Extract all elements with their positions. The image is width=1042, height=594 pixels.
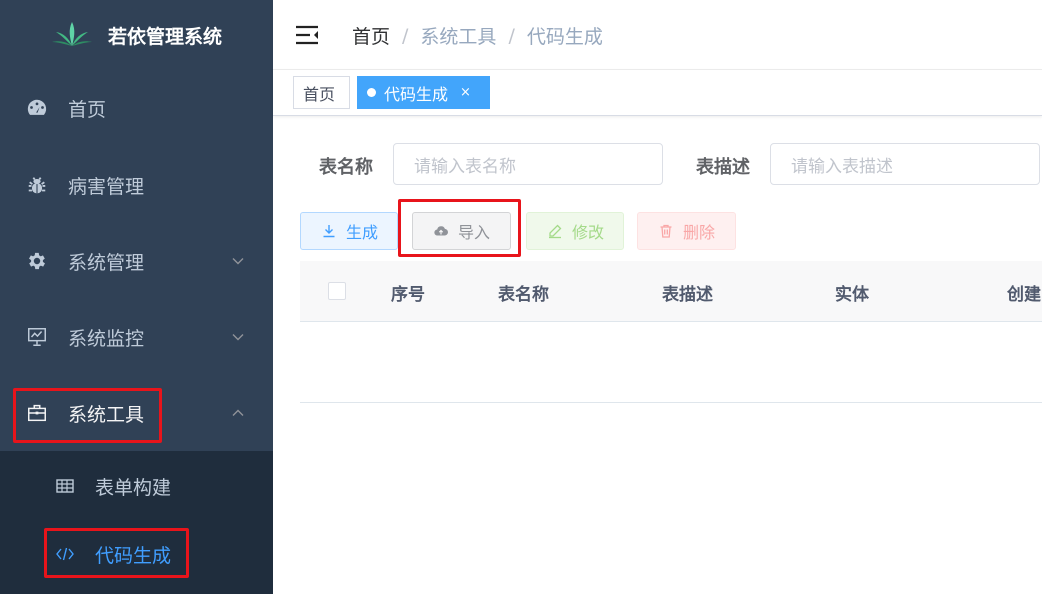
- delete-label: 删除: [683, 223, 716, 242]
- table-name-input[interactable]: 请输入表名称: [393, 143, 663, 185]
- sidebar-item-label: 系统管理: [68, 251, 145, 274]
- table-desc-input[interactable]: 请输入表描述: [770, 143, 1040, 185]
- edit-button[interactable]: 修改: [526, 212, 624, 250]
- generate-button[interactable]: 生成: [300, 212, 398, 250]
- sidebar: 若依管理系统 首页 病害管理 系统管理 系统监控 系统工具 表单构建 代码生成: [0, 0, 273, 594]
- bug-icon: [28, 177, 46, 194]
- import-label: 导入: [458, 223, 491, 242]
- monitor-icon: [28, 328, 46, 346]
- generate-label: 生成: [346, 223, 379, 242]
- logo-icon: [52, 22, 92, 46]
- sidebar-item-disease[interactable]: 病害管理: [0, 155, 273, 215]
- toolbox-icon: [28, 404, 46, 422]
- delete-button[interactable]: 删除: [637, 212, 736, 250]
- column-header-table-desc[interactable]: 表描述: [662, 280, 713, 305]
- sidebar-logo[interactable]: 若依管理系统: [0, 0, 273, 70]
- column-header-entity[interactable]: 实体: [835, 280, 869, 305]
- tag-label: 代码生成: [384, 84, 449, 104]
- tag-label: 首页: [303, 84, 336, 104]
- table-name-placeholder: 请输入表名称: [414, 156, 516, 177]
- cloud-upload-icon: [434, 226, 449, 236]
- sidebar-item-label: 系统工具: [68, 403, 145, 426]
- column-header-table-name[interactable]: 表名称: [498, 280, 549, 305]
- sidebar-item-label: 代码生成: [95, 544, 172, 567]
- breadcrumb-system-tools[interactable]: 系统工具: [420, 22, 496, 49]
- edit-label: 修改: [572, 223, 605, 242]
- breadcrumb-separator: /: [402, 24, 409, 47]
- sidebar-item-label: 首页: [68, 98, 107, 121]
- trash-icon: [660, 224, 672, 238]
- breadcrumb-home[interactable]: 首页: [352, 22, 390, 49]
- tag-home[interactable]: 首页: [293, 76, 350, 109]
- breadcrumb-current: 代码生成: [526, 26, 603, 48]
- table-desc-label: 表描述: [696, 157, 750, 178]
- table-body: [300, 322, 1042, 403]
- select-all-checkbox[interactable]: [328, 282, 346, 300]
- dashboard-icon: [27, 99, 47, 115]
- edit-icon: [549, 224, 562, 239]
- sidebar-item-label: 系统监控: [68, 327, 145, 350]
- tag-code-gen[interactable]: 代码生成 ×: [357, 76, 490, 109]
- breadcrumb-separator: /: [508, 24, 515, 47]
- sidebar-item-system[interactable]: 系统管理: [0, 231, 273, 291]
- chevron-down-icon: [232, 334, 244, 341]
- download-icon: [323, 225, 335, 238]
- sidebar-item-monitor[interactable]: 系统监控: [0, 307, 273, 367]
- sidebar-item-form-builder[interactable]: 表单构建: [0, 456, 273, 516]
- table-name-label: 表名称: [319, 157, 373, 178]
- gear-icon: [29, 252, 45, 270]
- active-dot: [367, 88, 376, 97]
- close-icon[interactable]: ×: [460, 85, 471, 100]
- column-header-created[interactable]: 创建: [1007, 280, 1041, 305]
- column-header-index[interactable]: 序号: [391, 280, 425, 305]
- table-header: 序号 表名称 表描述 实体 创建: [300, 261, 1042, 322]
- breadcrumb: 首页 / 系统工具 / 代码生成: [352, 22, 603, 49]
- chevron-down-icon: [232, 258, 244, 265]
- chevron-up-icon: [232, 409, 244, 416]
- sidebar-item-label: 病害管理: [68, 175, 145, 198]
- app-title: 若依管理系统: [108, 25, 223, 48]
- code-icon: [56, 547, 74, 561]
- table-icon: [56, 479, 74, 493]
- sidebar-item-label: 表单构建: [95, 476, 172, 499]
- app-root: 若依管理系统 首页 病害管理 系统管理 系统监控 系统工具 表单构建 代码生成 …: [0, 0, 1042, 594]
- import-button[interactable]: 导入: [412, 212, 511, 250]
- sidebar-item-code-gen[interactable]: 代码生成: [0, 524, 273, 584]
- table-desc-placeholder: 请输入表描述: [791, 156, 893, 177]
- sidebar-item-home[interactable]: 首页: [0, 78, 273, 138]
- sidebar-item-tools[interactable]: 系统工具: [0, 383, 273, 443]
- tags-view: 首页 代码生成 ×: [273, 70, 1042, 116]
- hamburger-icon[interactable]: [295, 24, 319, 46]
- navbar: 首页 / 系统工具 / 代码生成: [273, 0, 1042, 70]
